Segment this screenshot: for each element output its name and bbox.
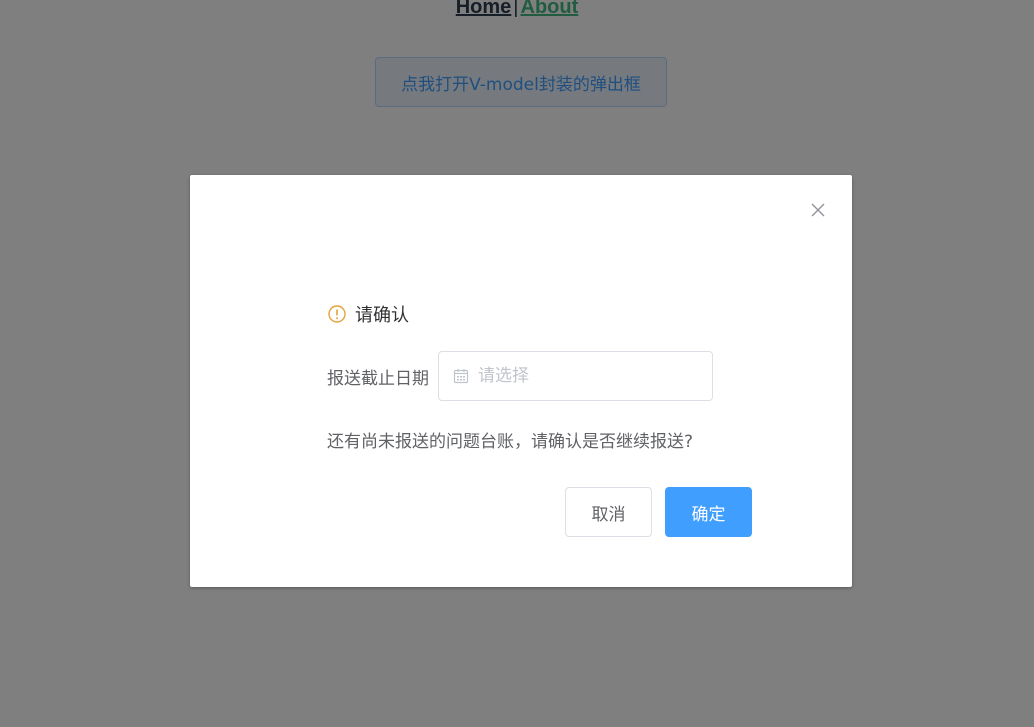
date-form-row: 报送截止日期: [327, 351, 713, 401]
confirm-button[interactable]: 确定: [665, 487, 752, 537]
dialog-title: 请确认: [355, 305, 409, 326]
calendar-icon: [453, 368, 469, 384]
date-input[interactable]: [478, 366, 698, 386]
date-label: 报送截止日期: [327, 368, 429, 389]
cancel-button[interactable]: 取消: [565, 487, 652, 537]
dialog-title-row: 请确认: [327, 301, 409, 327]
warning-icon: [327, 304, 347, 324]
close-icon[interactable]: [810, 202, 826, 218]
confirm-dialog: 请确认 报送截止日期 还有尚未报送的问题台账，请: [190, 175, 852, 587]
date-picker[interactable]: [438, 351, 713, 401]
dialog-message: 还有尚未报送的问题台账，请确认是否继续报送?: [327, 432, 694, 452]
